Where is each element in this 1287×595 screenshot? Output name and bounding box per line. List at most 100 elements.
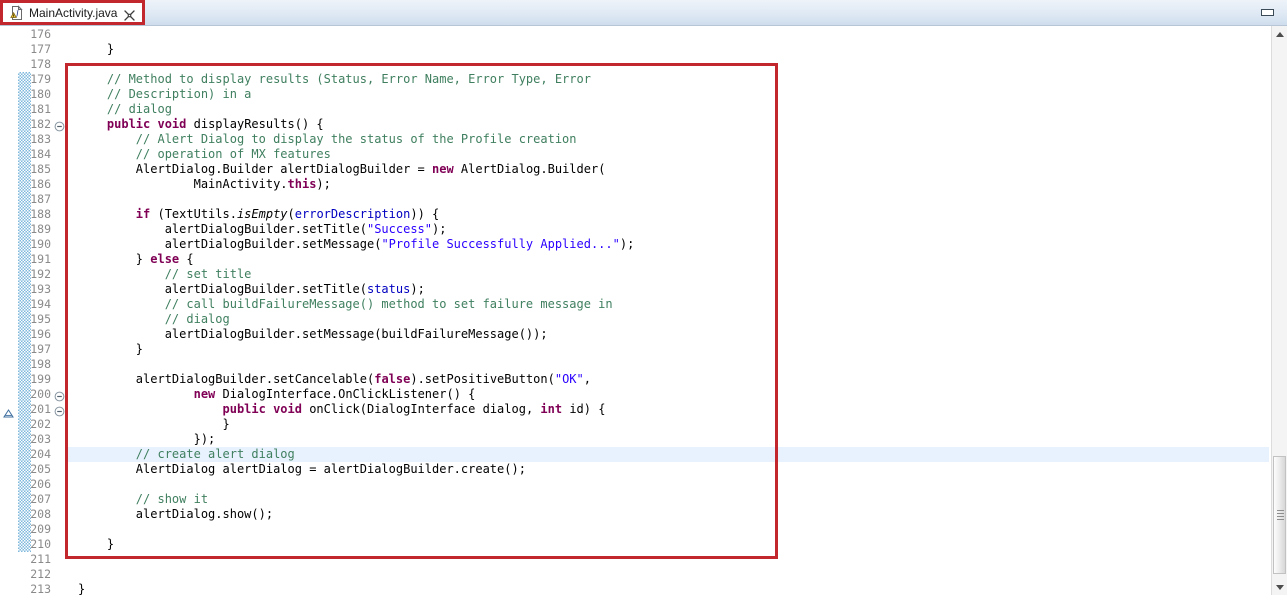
code-token: AlertDialog.Builder alertDialogBuilder = <box>78 162 432 176</box>
line-number: 181 <box>17 102 53 117</box>
code-line: } <box>67 42 1269 57</box>
tab-mainactivity-java[interactable]: J MainActivity.java <box>2 0 143 25</box>
code-line: // show it <box>67 492 1269 507</box>
minimize-button[interactable] <box>1256 5 1278 19</box>
vertical-scrollbar[interactable] <box>1271 26 1287 595</box>
fold-collapse-icon[interactable] <box>54 389 65 400</box>
code-token: this <box>288 177 317 191</box>
line-number: 208 <box>17 507 53 522</box>
code-token: AlertDialog alertDialog = alertDialogBui… <box>78 462 526 476</box>
code-token: false <box>374 372 410 386</box>
code-token: (TextUtils. <box>150 207 237 221</box>
fold-collapse-icon[interactable] <box>54 119 65 130</box>
code-token: } <box>78 42 114 56</box>
code-line: alertDialogBuilder.setTitle(status); <box>67 282 1269 297</box>
code-folding-ruler[interactable] <box>53 26 67 595</box>
code-token: if <box>136 207 150 221</box>
code-editor[interactable]: 1761771781791801811821831841851861871881… <box>0 26 1287 595</box>
code-line: alertDialogBuilder.setMessage("Profile S… <box>67 237 1269 252</box>
code-line <box>67 192 1269 207</box>
code-token <box>78 207 136 221</box>
code-token: } <box>78 342 143 356</box>
scroll-up-arrow-icon[interactable] <box>1272 26 1287 42</box>
code-token: } <box>78 537 114 551</box>
scroll-down-arrow-icon[interactable] <box>1272 579 1287 595</box>
code-line: // dialog <box>67 312 1269 327</box>
close-icon[interactable] <box>124 8 135 19</box>
line-number: 206 <box>17 477 53 492</box>
code-token: alertDialogBuilder.setTitle( <box>78 222 367 236</box>
line-number: 189 <box>17 222 53 237</box>
code-token: // call buildFailureMessage() method to … <box>78 297 613 311</box>
implements-method-icon <box>3 405 14 414</box>
tab-label: MainActivity.java <box>29 6 117 20</box>
code-line: } <box>67 537 1269 552</box>
code-token: // show it <box>78 492 208 506</box>
code-text-area[interactable]: } // Method to display results (Status, … <box>67 26 1287 595</box>
line-number: 193 <box>17 282 53 297</box>
code-token: AlertDialog.Builder( <box>454 162 606 176</box>
code-line <box>67 357 1269 372</box>
line-number: 203 <box>17 432 53 447</box>
line-number-ruler: 1761771781791801811821831841851861871881… <box>17 26 53 595</box>
code-line: // Method to display results (Status, Er… <box>67 72 1269 87</box>
code-token: int <box>540 402 562 416</box>
code-line: // Alert Dialog to display the status of… <box>67 132 1269 147</box>
code-token: ); <box>432 222 446 236</box>
line-number: 177 <box>17 42 53 57</box>
line-number: 196 <box>17 327 53 342</box>
code-token: new <box>432 162 454 176</box>
code-line: public void displayResults() { <box>67 117 1269 132</box>
line-number: 210 <box>17 537 53 552</box>
code-token: , <box>584 372 591 386</box>
editor-tab-bar: J MainActivity.java <box>0 0 1287 26</box>
code-token: alertDialogBuilder.setTitle( <box>78 282 367 296</box>
code-line: // call buildFailureMessage() method to … <box>67 297 1269 312</box>
code-token: alertDialogBuilder.setCancelable( <box>78 372 374 386</box>
code-token: id) { <box>562 402 605 416</box>
code-line: }); <box>67 432 1269 447</box>
line-number: 212 <box>17 567 53 582</box>
line-number: 199 <box>17 372 53 387</box>
code-token: ); <box>410 282 424 296</box>
line-number: 204 <box>17 447 53 462</box>
code-token: MainActivity. <box>78 177 288 191</box>
line-number: 176 <box>17 27 53 42</box>
code-token: alertDialogBuilder.setMessage(buildFailu… <box>78 327 548 341</box>
code-line <box>67 552 1269 567</box>
code-token: isEmpty <box>237 207 288 221</box>
line-number: 205 <box>17 462 53 477</box>
code-token: ); <box>620 237 634 251</box>
code-line: new DialogInterface.OnClickListener() { <box>67 387 1269 402</box>
code-line <box>67 522 1269 537</box>
code-token <box>78 402 223 416</box>
line-number: 202 <box>17 417 53 432</box>
annotation-ruler[interactable] <box>0 26 18 595</box>
line-number: 184 <box>17 147 53 162</box>
line-number: 211 <box>17 552 53 567</box>
scroll-thumb[interactable] <box>1273 456 1286 574</box>
code-line: alertDialogBuilder.setTitle("Success"); <box>67 222 1269 237</box>
code-token <box>78 117 107 131</box>
line-number: 180 <box>17 87 53 102</box>
code-token: alertDialog.show(); <box>78 507 273 521</box>
line-number: 178 <box>17 57 53 72</box>
code-token: onClick(DialogInterface dialog, <box>302 402 540 416</box>
line-number: 213 <box>17 582 53 595</box>
code-token: displayResults() { <box>186 117 323 131</box>
code-token: // operation of MX features <box>78 147 331 161</box>
line-number: 197 <box>17 342 53 357</box>
code-line <box>67 27 1269 42</box>
code-token: public void <box>107 117 186 131</box>
code-line: // Description) in a <box>67 87 1269 102</box>
line-number: 190 <box>17 237 53 252</box>
fold-collapse-icon[interactable] <box>54 404 65 415</box>
line-number: 187 <box>17 192 53 207</box>
line-number: 191 <box>17 252 53 267</box>
code-token: )) { <box>410 207 439 221</box>
eclipse-java-editor-window: J MainActivity.java 17617717817918018118… <box>0 0 1287 595</box>
code-line: AlertDialog.Builder alertDialogBuilder =… <box>67 162 1269 177</box>
code-token: new <box>194 387 216 401</box>
code-token: "OK" <box>555 372 584 386</box>
code-token: } <box>78 252 150 266</box>
